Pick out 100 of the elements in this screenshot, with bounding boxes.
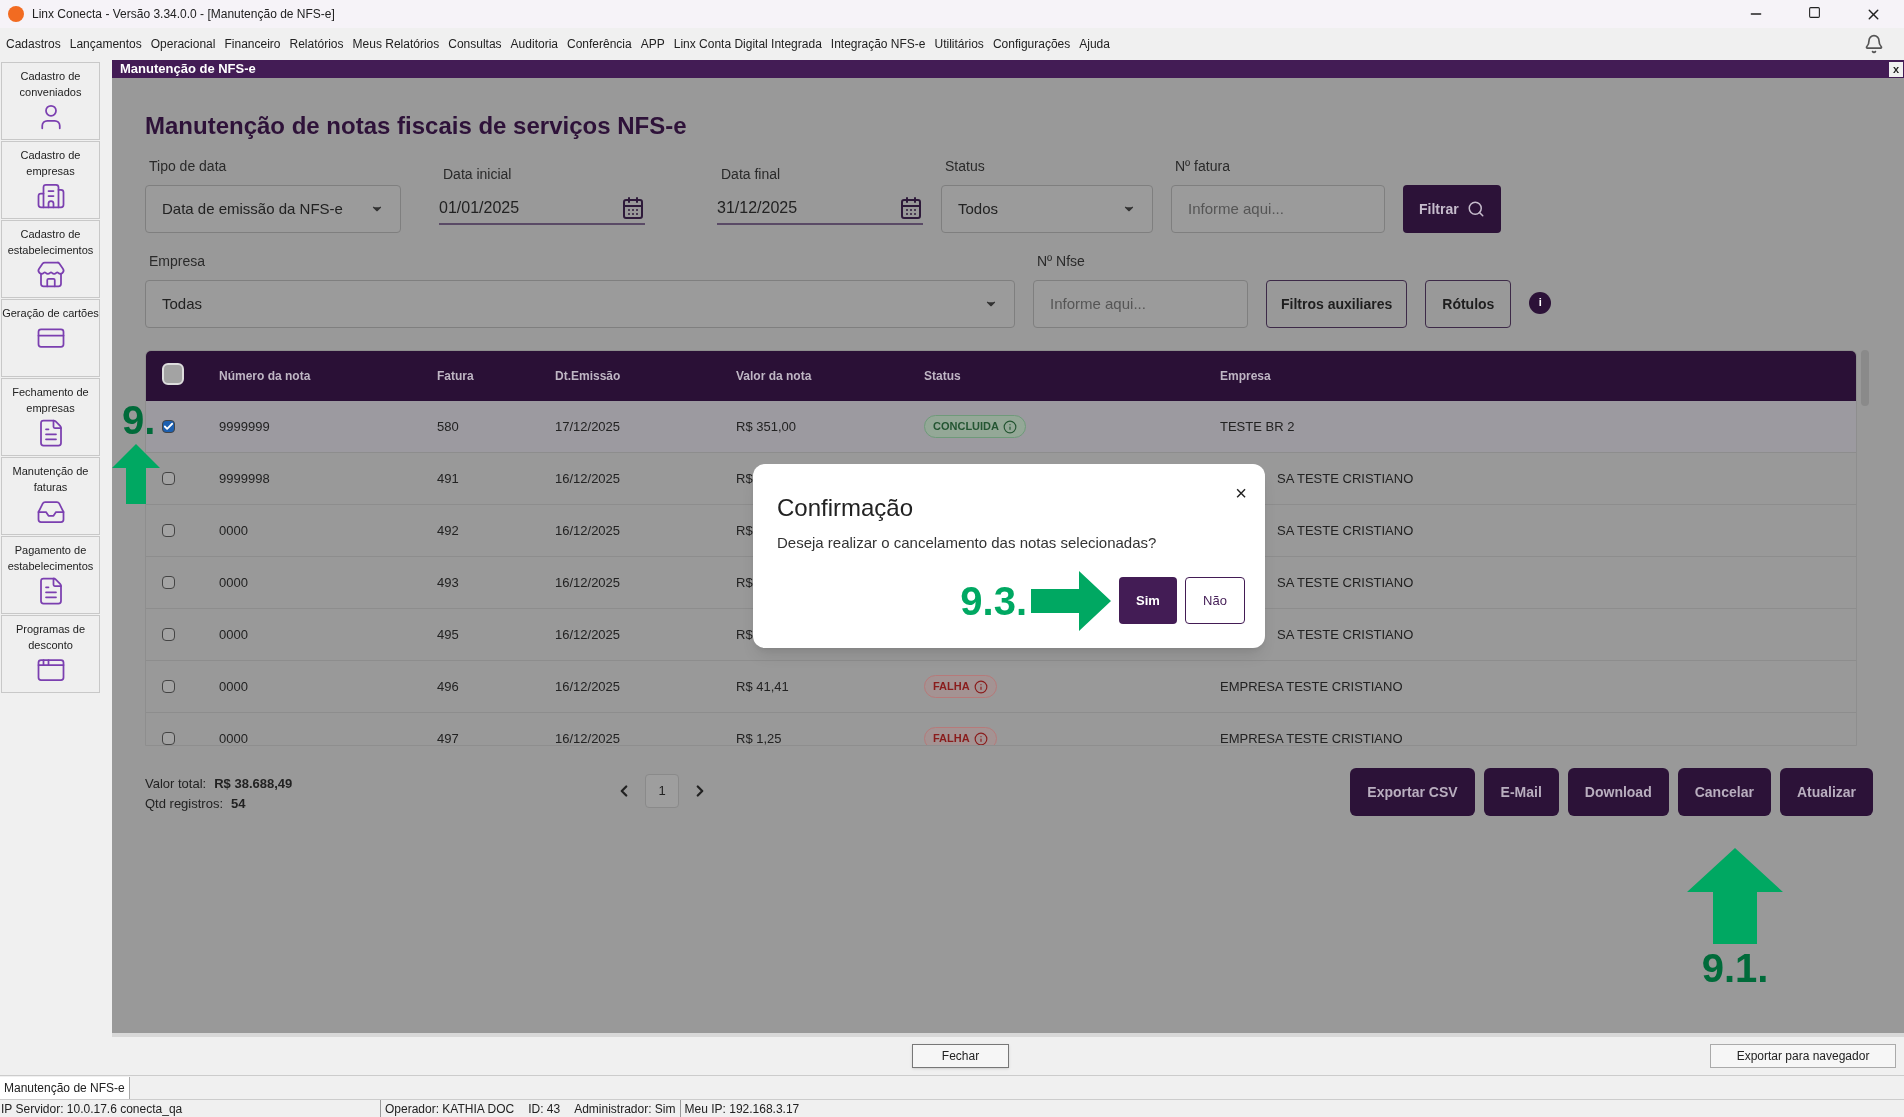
info-badge[interactable]: i [1529, 291, 1552, 314]
menu-item[interactable]: Cadastros [6, 35, 61, 53]
table-cell-text: R$ 351,00 [736, 417, 797, 436]
sidebar-item[interactable]: Fechamento de empresas [1, 378, 100, 456]
menu-item[interactable]: Conferência [567, 35, 632, 53]
menu-item[interactable]: Linx Conta Digital Integrada [673, 35, 822, 53]
action-button[interactable]: Exportar CSV [1350, 768, 1475, 816]
status-badge: FALHA [924, 727, 997, 745]
column-header: Dt.Emissão [555, 368, 622, 385]
status-badge: CONCLUIDA [924, 415, 1026, 438]
sidebar-item[interactable]: Cadastro de estabelecimentos [1, 220, 100, 298]
checkbox[interactable] [162, 420, 175, 433]
table-cell-text: TESTE BR 2 [1220, 417, 1295, 436]
maximize-icon[interactable] [1808, 5, 1821, 19]
bell-icon[interactable] [1864, 34, 1884, 54]
menu-item[interactable]: Integração NFS-e [830, 35, 926, 53]
page-button[interactable]: 1 [645, 774, 679, 808]
table-cell-text: 0000 [219, 625, 249, 644]
total-value: R$ 38.688,49 [214, 775, 293, 793]
search-icon [1466, 200, 1485, 218]
column-header: Empresa [1220, 368, 1272, 385]
company-select[interactable]: Todas [145, 280, 1015, 328]
menu-item[interactable]: Utilitários [934, 35, 984, 53]
arrow-icon [1031, 570, 1111, 631]
task-tab[interactable]: Manutenção de NFS-e [0, 1077, 130, 1099]
menu-item[interactable]: Financeiro [224, 35, 281, 53]
checkbox[interactable] [162, 628, 175, 641]
menu-item[interactable]: Operacional [150, 35, 216, 53]
menu-item[interactable]: APP [640, 35, 665, 53]
page-heading: Manutenção de notas fiscais de serviços NFS-e [145, 111, 688, 141]
sidebar-item[interactable]: Programas de desconto [1, 615, 100, 693]
info-icon[interactable] [1003, 419, 1017, 434]
table-cell-text: 496 [437, 677, 460, 696]
menu-item[interactable]: Consultas [448, 35, 502, 53]
start-date-field[interactable]: 01/01/2025 [439, 193, 645, 225]
table-cell-text: 497 [437, 729, 460, 745]
menu-item[interactable]: Auditoria [510, 35, 558, 53]
table-cell-text: 16/12/2025 [555, 521, 622, 540]
checkbox[interactable] [162, 524, 175, 537]
table-cell-text: R$ [736, 573, 754, 592]
sidebar-item[interactable]: Cadastro de conveniados [1, 62, 100, 140]
table-cell-text: SA TESTE CRISTIANO [1276, 573, 1414, 592]
action-button[interactable]: Cancelar [1677, 768, 1771, 816]
table-cell-text: 495 [437, 625, 460, 644]
checkbox[interactable] [162, 576, 175, 589]
sidebar-item[interactable]: Pagamento de estabelecimentos [1, 536, 100, 614]
field-label: Tipo de data [149, 157, 228, 176]
menu-item[interactable]: Relatórios [289, 35, 344, 53]
table-cell-text: 16/12/2025 [555, 729, 622, 745]
checkbox[interactable] [162, 732, 175, 745]
menu-item[interactable]: Meus Relatórios [352, 35, 440, 53]
status-bar-text: Operador: KATHIA DOC [380, 1099, 515, 1117]
action-button[interactable]: Download [1567, 768, 1669, 816]
table-cell-text: R$ 41,41 [736, 677, 790, 696]
date-type-select[interactable]: Data de emissão da NFS-e [145, 185, 401, 233]
table-cell-text: R$ 1,25 [736, 729, 783, 745]
labels-button[interactable]: Rótulos [1425, 280, 1512, 328]
building-icon [35, 181, 66, 211]
no-button[interactable]: Não [1185, 577, 1245, 624]
field-label: Empresa [149, 252, 207, 271]
window-title: Linx Conecta - Versão 3.34.0.0 - [Manutenção de NFS-e] [32, 6, 335, 23]
table-cell-text: SA TESTE CRISTIANO [1276, 521, 1414, 540]
close-window-button[interactable]: Fechar [912, 1044, 1009, 1068]
calendar-icon[interactable] [621, 196, 645, 220]
menu-item[interactable]: Configurações [992, 35, 1071, 53]
yes-button[interactable]: Sim [1119, 577, 1177, 624]
close-button[interactable]: x [1888, 61, 1903, 77]
column-header: Fatura [437, 368, 475, 385]
total-label: Valor total: [145, 775, 207, 793]
arrow-icon [112, 444, 160, 504]
info-icon[interactable] [973, 731, 988, 745]
dialog-close-button[interactable]: × [1235, 478, 1247, 508]
action-button[interactable]: Atualizar [1779, 768, 1873, 816]
sidebar-item[interactable]: Manutenção de faturas [1, 457, 100, 535]
filter-button[interactable]: Filtrar [1403, 185, 1501, 233]
table-cell-text: 16/12/2025 [555, 677, 622, 696]
sidebar-item[interactable]: Cadastro de empresas [1, 141, 100, 219]
info-icon[interactable] [973, 679, 988, 694]
inner-window-title: Manutenção de NFS-e [120, 60, 256, 79]
action-button[interactable]: E-Mail [1483, 768, 1559, 816]
table-cell-text: R$ [736, 521, 754, 540]
status-select[interactable]: Todos [941, 185, 1153, 233]
checkbox[interactable] [162, 680, 175, 693]
table-cell-text: 16/12/2025 [555, 573, 622, 592]
aux-filters-button[interactable]: Filtros auxiliares [1266, 280, 1408, 328]
table-cell-text: 580 [437, 417, 460, 436]
end-date-field[interactable]: 31/12/2025 [717, 193, 923, 225]
field-label: Data final [721, 165, 782, 184]
checkbox[interactable] [162, 472, 175, 485]
table-cell-text: 0000 [219, 677, 249, 696]
menu-item[interactable]: Lançamentos [69, 35, 142, 53]
table-cell-text: 493 [437, 573, 460, 592]
table-cell-text: 0000 [219, 573, 249, 592]
calendar-icon[interactable] [899, 196, 923, 220]
column-header: Valor da nota [736, 368, 813, 385]
app-logo-icon [8, 6, 24, 22]
sidebar-item[interactable]: Geração de cartões [1, 299, 100, 377]
dialog-title: Confirmação [777, 493, 915, 523]
menu-item[interactable]: Ajuda [1079, 35, 1110, 53]
export-browser-button[interactable]: Exportar para navegador [1710, 1044, 1896, 1068]
